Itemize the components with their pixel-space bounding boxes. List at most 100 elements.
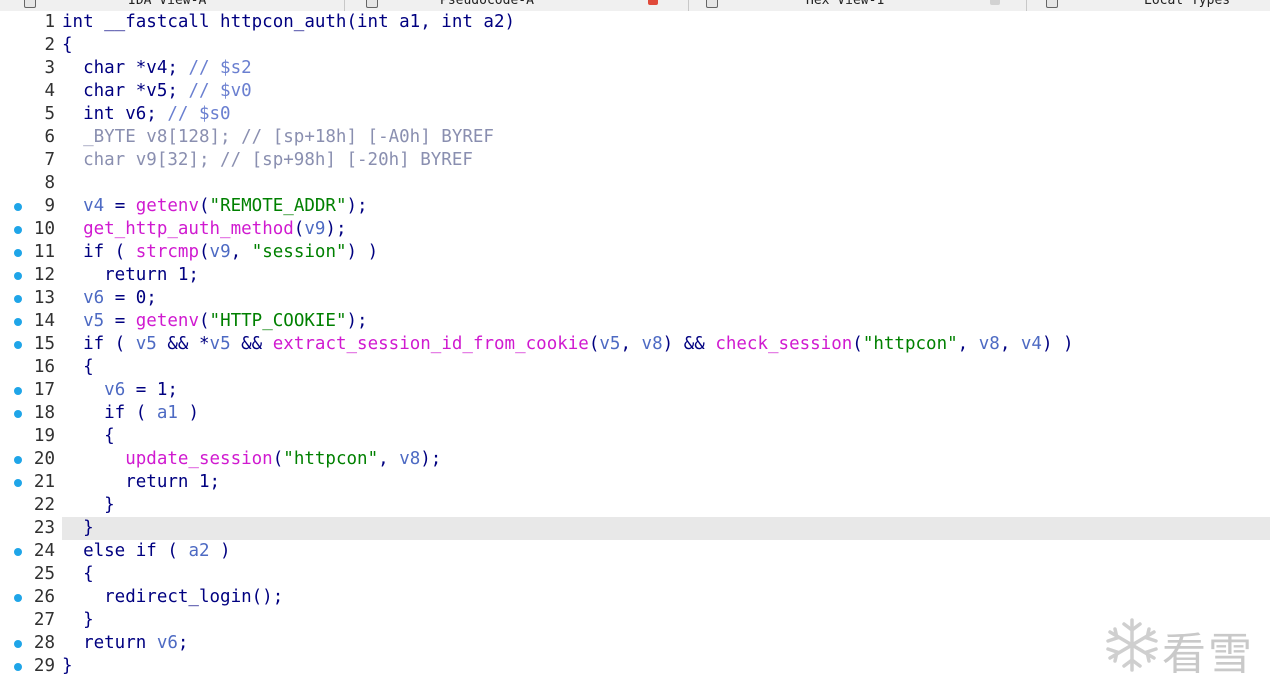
code-text[interactable]: return v6;: [62, 632, 1270, 655]
code-text[interactable]: }: [62, 655, 1270, 678]
code-token-str: "httpcon": [283, 449, 379, 469]
code-text[interactable]: {: [62, 563, 1270, 586]
pseudocode-editor[interactable]: 1 int __fastcall httpcon_auth(int a1, int…: [0, 11, 1270, 692]
code-line[interactable]: 4 char *v5; // $v0: [0, 80, 1270, 103]
code-text[interactable]: }: [62, 494, 1270, 517]
code-token-var[interactable]: v6: [83, 288, 104, 308]
code-text[interactable]: int __fastcall httpcon_auth(int a1, int …: [62, 11, 1270, 34]
code-token-func[interactable]: getenv: [136, 311, 199, 331]
code-line[interactable]: 21 return 1;: [0, 471, 1270, 494]
code-line[interactable]: 27 }: [0, 609, 1270, 632]
code-token-var[interactable]: v8: [642, 334, 663, 354]
code-text[interactable]: if ( v5 && *v5 && extract_session_id_fro…: [62, 333, 1270, 356]
code-line[interactable]: 16 {: [0, 356, 1270, 379]
code-text[interactable]: _BYTE v8[128]; // [sp+18h] [-A0h] BYREF: [62, 126, 1270, 149]
code-token-var[interactable]: v8: [399, 449, 420, 469]
code-line[interactable]: 7 char v9[32]; // [sp+98h] [-20h] BYREF: [0, 149, 1270, 172]
code-text[interactable]: [62, 172, 1270, 195]
code-line[interactable]: 6 _BYTE v8[128]; // [sp+18h] [-A0h] BYRE…: [0, 126, 1270, 149]
code-line[interactable]: 10 get_http_auth_method(v9);: [0, 218, 1270, 241]
code-token-var[interactable]: a1: [157, 403, 178, 423]
code-text[interactable]: if ( a1 ): [62, 402, 1270, 425]
code-token-plain: ,: [957, 334, 979, 354]
tab-ida-view[interactable]: IDA View-A: [128, 0, 206, 10]
code-line[interactable]: 25 {: [0, 563, 1270, 586]
code-token-var[interactable]: v9: [210, 242, 231, 262]
code-line[interactable]: 11 if ( strcmp(v9, "session") ): [0, 241, 1270, 264]
code-text[interactable]: if ( strcmp(v9, "session") ): [62, 241, 1270, 264]
code-text[interactable]: v4 = getenv("REMOTE_ADDR");: [62, 195, 1270, 218]
code-token-var[interactable]: v5: [136, 334, 157, 354]
code-token-plain: return 1;: [62, 265, 199, 285]
code-token-var[interactable]: v6: [157, 633, 178, 653]
code-line[interactable]: 2{: [0, 34, 1270, 57]
code-token-plain: }: [62, 518, 94, 538]
code-text[interactable]: int v6; // $s0: [62, 103, 1270, 126]
code-line[interactable]: 12 return 1;: [0, 264, 1270, 287]
code-token-func[interactable]: update_session: [125, 449, 273, 469]
code-line[interactable]: 24 else if ( a2 ): [0, 540, 1270, 563]
code-token-var[interactable]: v6: [104, 380, 125, 400]
code-token-var[interactable]: a2: [188, 541, 209, 561]
code-token-plain: (: [293, 219, 305, 239]
code-text[interactable]: return 1;: [62, 264, 1270, 287]
code-token-func[interactable]: get_http_auth_method: [83, 219, 294, 239]
code-token-str: "session": [251, 242, 347, 262]
code-line[interactable]: 15 if ( v5 && *v5 && extract_session_id_…: [0, 333, 1270, 356]
code-line[interactable]: 3 char *v4; // $s2: [0, 57, 1270, 80]
code-text[interactable]: char v9[32]; // [sp+98h] [-20h] BYREF: [62, 149, 1270, 172]
code-line[interactable]: 17 v6 = 1;: [0, 379, 1270, 402]
code-token-var[interactable]: v4: [1021, 334, 1042, 354]
close-icon[interactable]: [648, 0, 658, 5]
code-token-var[interactable]: v5: [599, 334, 620, 354]
code-token-var[interactable]: v4: [83, 196, 104, 216]
tab-pseudocode[interactable]: Pseudocode-A: [440, 0, 534, 10]
code-text[interactable]: char *v5; // $v0: [62, 80, 1270, 103]
code-text[interactable]: v6 = 0;: [62, 287, 1270, 310]
code-text[interactable]: {: [62, 34, 1270, 57]
line-number: 22: [33, 495, 55, 515]
code-line[interactable]: 22 }: [0, 494, 1270, 517]
code-line[interactable]: 8: [0, 172, 1270, 195]
code-token-plain: ;: [177, 633, 189, 653]
tab-local-types[interactable]: Local Types: [1144, 0, 1230, 10]
tab-hex-view[interactable]: Hex View-1: [806, 0, 884, 10]
code-line[interactable]: 14 v5 = getenv("HTTP_COOKIE");: [0, 310, 1270, 333]
code-line[interactable]: 1 int __fastcall httpcon_auth(int a1, int…: [0, 11, 1270, 34]
code-token-var[interactable]: v5: [83, 311, 104, 331]
code-token-var[interactable]: v8: [979, 334, 1000, 354]
code-text[interactable]: }: [62, 609, 1270, 632]
code-text[interactable]: char *v4; // $s2: [62, 57, 1270, 80]
line-number: 28: [33, 633, 55, 653]
code-token-func[interactable]: extract_session_id_from_cookie: [273, 334, 589, 354]
code-token-func[interactable]: strcmp: [136, 242, 199, 262]
code-line[interactable]: 13 v6 = 0;: [0, 287, 1270, 310]
code-text[interactable]: redirect_login();: [62, 586, 1270, 609]
watermark-text: 看雪: [1162, 629, 1254, 680]
close-icon[interactable]: [990, 0, 1000, 5]
code-line[interactable]: 5 int v6; // $s0: [0, 103, 1270, 126]
code-line[interactable]: 20 update_session("httpcon", v8);: [0, 448, 1270, 471]
code-line[interactable]: 19 {: [0, 425, 1270, 448]
code-text[interactable]: else if ( a2 ): [62, 540, 1270, 563]
code-line[interactable]: 9 v4 = getenv("REMOTE_ADDR");: [0, 195, 1270, 218]
code-line[interactable]: 28 return v6;: [0, 632, 1270, 655]
code-token-func[interactable]: check_session: [715, 334, 852, 354]
code-text[interactable]: v6 = 1;: [62, 379, 1270, 402]
code-text[interactable]: get_http_auth_method(v9);: [62, 218, 1270, 241]
code-line[interactable]: 26 redirect_login();: [0, 586, 1270, 609]
code-text[interactable]: update_session("httpcon", v8);: [62, 448, 1270, 471]
code-token-func[interactable]: getenv: [136, 196, 199, 216]
code-text[interactable]: v5 = getenv("HTTP_COOKIE");: [62, 310, 1270, 333]
code-token-var[interactable]: v9: [304, 219, 325, 239]
code-text[interactable]: }: [62, 517, 1270, 540]
code-token-var[interactable]: v5: [210, 334, 231, 354]
code-line[interactable]: 23 }: [0, 517, 1270, 540]
code-line[interactable]: 18 if ( a1 ): [0, 402, 1270, 425]
line-number: 25: [33, 564, 55, 584]
code-text[interactable]: {: [62, 356, 1270, 379]
code-line[interactable]: 29}: [0, 655, 1270, 678]
line-number: 23: [33, 518, 55, 538]
code-text[interactable]: {: [62, 425, 1270, 448]
code-text[interactable]: return 1;: [62, 471, 1270, 494]
